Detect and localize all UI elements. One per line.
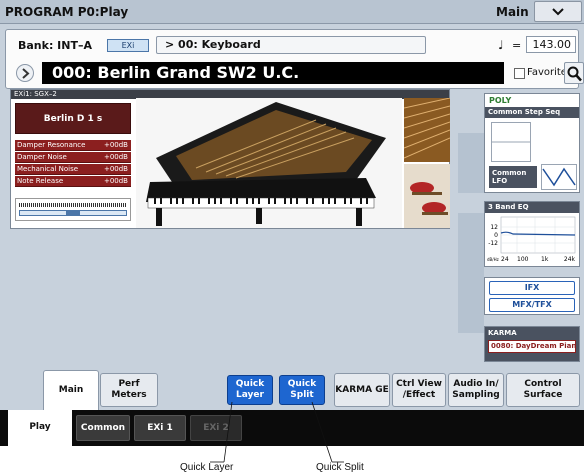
callout-quick-split: Quick Split — [316, 462, 364, 473]
callout-lines — [210, 401, 344, 463]
callout-quick-layer: Quick Layer — [180, 462, 234, 473]
